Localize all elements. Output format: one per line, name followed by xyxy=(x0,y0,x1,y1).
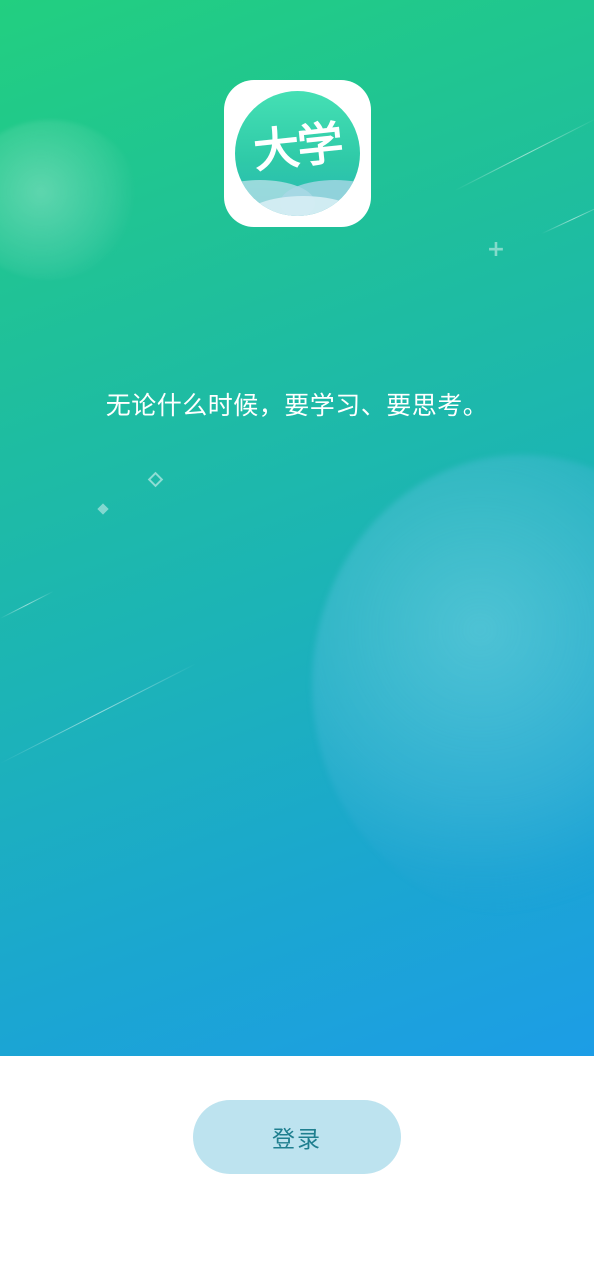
decorative-glow-large xyxy=(312,455,594,915)
splash-tagline: 无论什么时候，要学习、要思考。 xyxy=(105,391,489,420)
app-logo: 大学 xyxy=(224,80,371,227)
app-logo-text: 大学 xyxy=(250,115,345,179)
login-button[interactable]: 登录 xyxy=(193,1100,401,1174)
decorative-streak xyxy=(0,590,54,619)
decorative-streak xyxy=(454,117,594,191)
diamond-outline-icon xyxy=(147,471,164,488)
decorative-streak xyxy=(0,663,197,764)
plus-icon: + xyxy=(486,237,506,262)
diamond-solid-icon xyxy=(97,503,109,515)
app-logo-badge: 大学 xyxy=(235,91,360,216)
splash-screen: + 大学 无论什么时候，要学习、要思考。 登录 xyxy=(0,0,594,1280)
hero-background: + 大学 无论什么时候，要学习、要思考。 xyxy=(0,0,594,1056)
decorative-streak xyxy=(541,203,594,234)
decorative-glow-small xyxy=(0,120,140,280)
